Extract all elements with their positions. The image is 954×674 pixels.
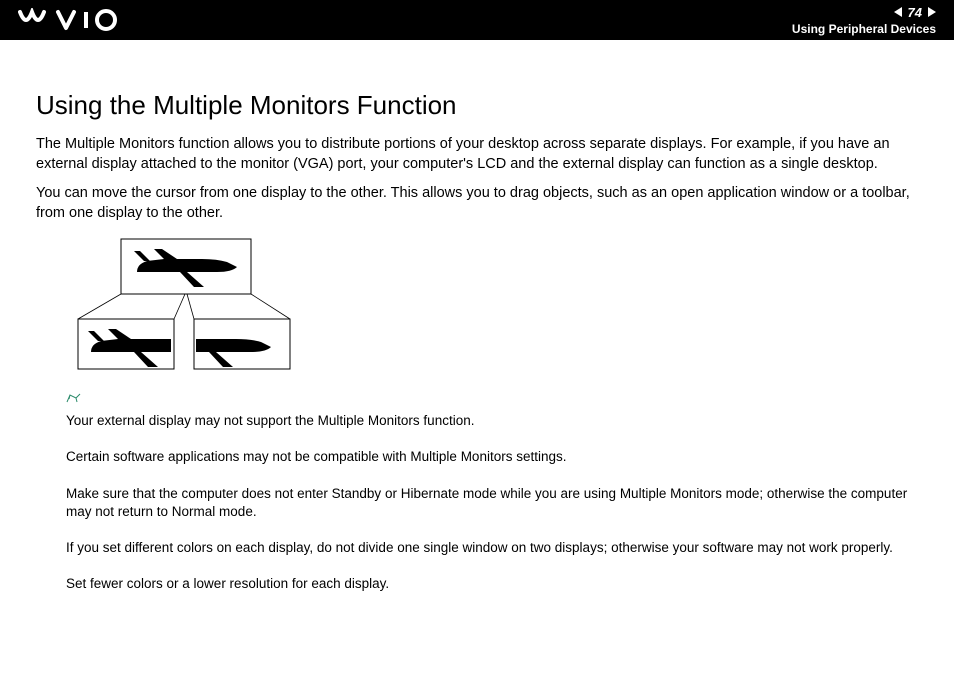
note-text: Make sure that the computer does not ent… <box>66 485 918 521</box>
page-content: Using the Multiple Monitors Function The… <box>0 40 954 594</box>
note-text: If you set different colors on each disp… <box>66 539 918 557</box>
next-page-icon[interactable] <box>928 7 936 17</box>
prev-page-icon[interactable] <box>894 7 902 17</box>
paragraph: You can move the cursor from one display… <box>36 184 918 223</box>
note-text: Your external display may not support th… <box>66 412 918 430</box>
section-label: Using Peripheral Devices <box>792 22 936 36</box>
header-right: 74 Using Peripheral Devices <box>792 5 936 36</box>
note-text: Set fewer colors or a lower resolution f… <box>66 575 918 593</box>
note-text: Certain software applications may not be… <box>66 448 918 466</box>
note-icon <box>66 392 918 410</box>
page-title: Using the Multiple Monitors Function <box>36 90 918 121</box>
multi-monitor-diagram <box>66 237 918 382</box>
page-nav: 74 <box>894 5 936 20</box>
vaio-logo <box>18 8 128 32</box>
paragraph: The Multiple Monitors function allows yo… <box>36 135 918 174</box>
header: 74 Using Peripheral Devices <box>0 0 954 40</box>
page-number: 74 <box>908 5 922 20</box>
